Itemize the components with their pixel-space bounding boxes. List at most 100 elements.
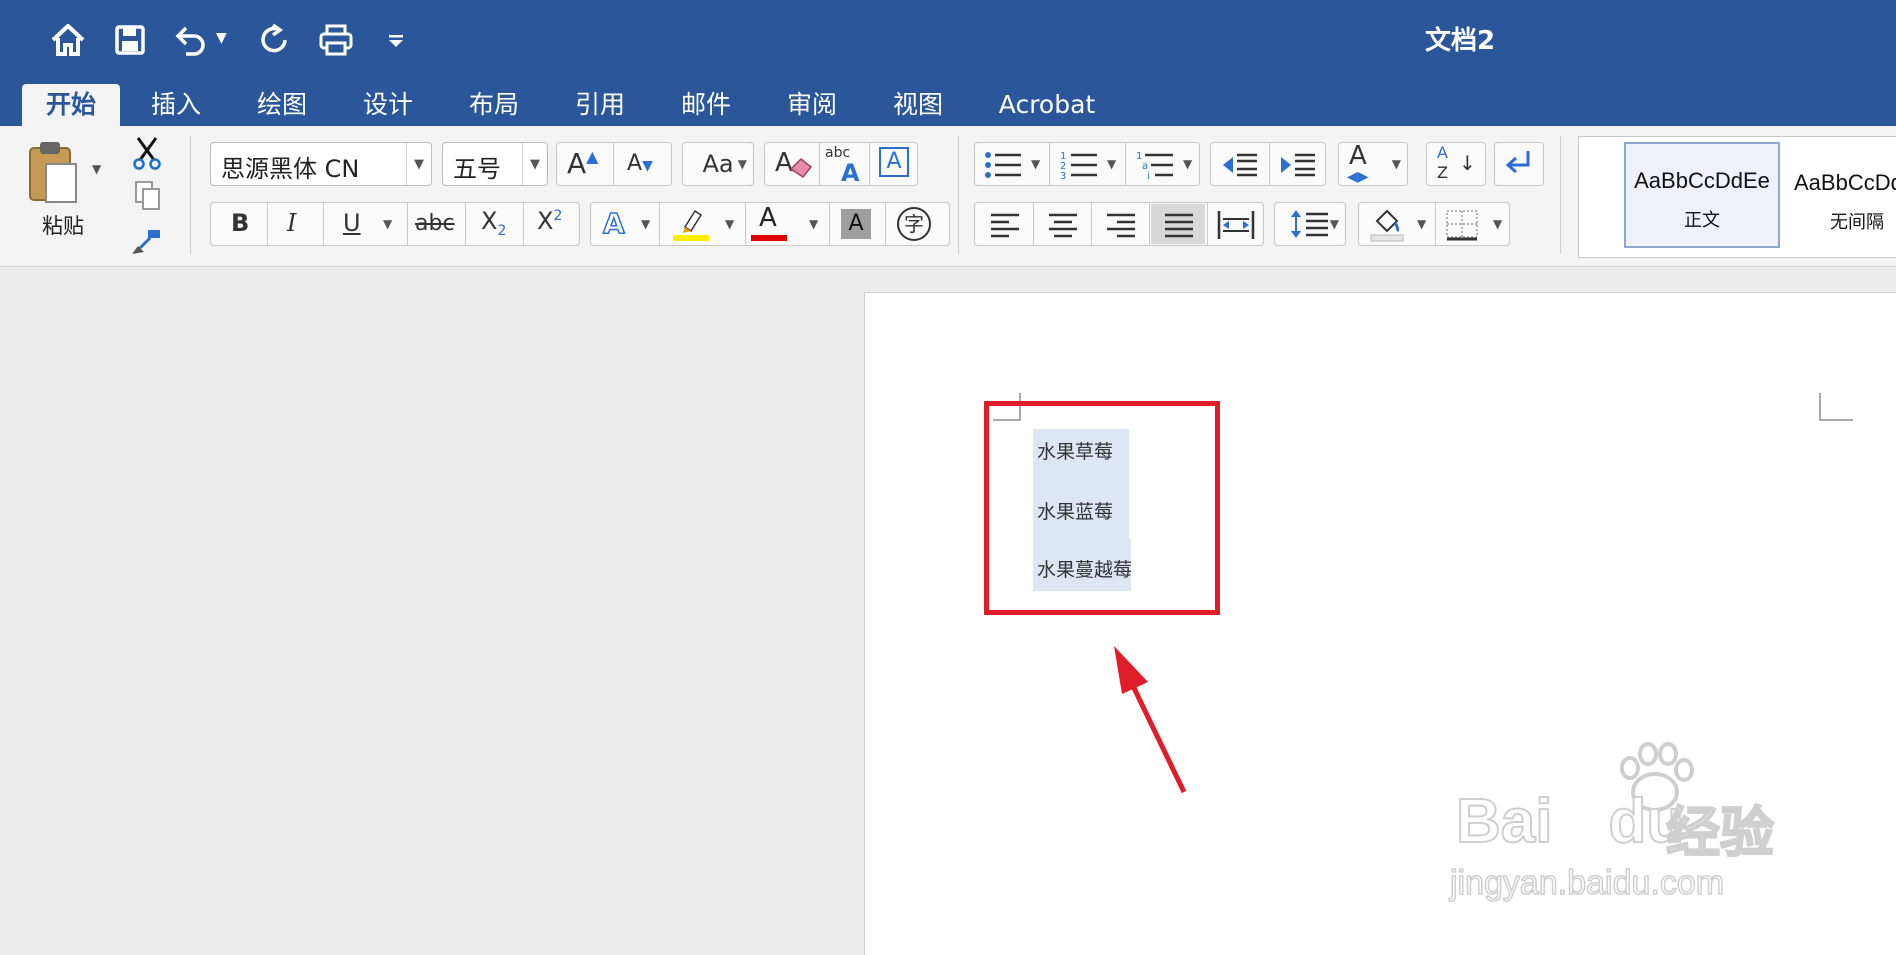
divider — [323, 203, 324, 245]
tab-acrobat[interactable]: Acrobat — [982, 84, 1112, 126]
copy-icon[interactable] — [134, 180, 162, 216]
numbered-list-icon[interactable]: 123 — [1059, 149, 1099, 185]
tab-review[interactable]: 审阅 — [764, 84, 860, 126]
grow-font-button[interactable]: A▲ — [567, 147, 598, 180]
clear-formatting-icon[interactable]: A — [773, 147, 813, 185]
enclose-characters-button[interactable]: 字 — [897, 207, 931, 241]
arrow-down-icon: ▼ — [642, 158, 653, 174]
tab-mailings[interactable]: 邮件 — [658, 84, 754, 126]
chevron-down-icon[interactable]: ▼ — [1330, 217, 1339, 231]
chevron-down-icon[interactable]: ▼ — [1493, 217, 1502, 231]
divider — [465, 203, 466, 245]
subscript-mark: 2 — [497, 222, 507, 239]
divider — [190, 136, 191, 254]
chevron-down-icon[interactable]: ▼ — [1107, 157, 1116, 171]
chevron-down-icon[interactable]: ▼ — [1183, 157, 1192, 171]
chevron-down-icon[interactable]: ▼ — [725, 217, 734, 231]
tab-view[interactable]: 视图 — [870, 84, 966, 126]
strikethrough-button[interactable]: abc — [415, 211, 455, 236]
tab-draw[interactable]: 绘图 — [234, 84, 330, 126]
divider — [1049, 143, 1050, 185]
chevron-down-icon[interactable]: ▼ — [1031, 157, 1040, 171]
show-marks-button[interactable] — [1494, 142, 1544, 186]
text-effects-button[interactable]: A — [602, 206, 625, 241]
paragraph-style-button[interactable]: A ◀▶ ▼ — [1338, 141, 1408, 186]
highlight-box — [984, 401, 1220, 615]
decrease-indent-icon[interactable] — [1221, 149, 1259, 185]
ribbon: ▼ 粘贴 思源黑体 CN ▼ 五号 ▼ A▲ A▼ Aa ▼ A abc A A — [0, 126, 1896, 267]
chevron-down-icon[interactable]: ▼ — [1417, 217, 1426, 231]
bullet-list-icon[interactable] — [983, 149, 1023, 185]
format-painter-icon[interactable] — [130, 226, 164, 260]
chevron-down-icon[interactable]: ▼ — [406, 143, 431, 185]
home-icon[interactable] — [46, 18, 90, 62]
tab-home[interactable]: 开始 — [22, 84, 120, 126]
style-no-spacing[interactable]: AaBbCcDd 无间隔 — [1790, 146, 1896, 246]
underline-button[interactable]: U — [343, 209, 361, 237]
line-spacing-button[interactable]: ▼ — [1274, 202, 1346, 246]
arrow-up-icon: ▲ — [586, 147, 599, 166]
character-shading-button[interactable]: A — [841, 209, 871, 239]
font-color-swatch — [751, 235, 787, 241]
multilevel-list-icon[interactable]: 1ai — [1135, 149, 1175, 185]
shading-icon[interactable] — [1369, 207, 1405, 247]
style-normal[interactable]: AaBbCcDdEe 正文 — [1624, 142, 1780, 248]
distribute-icon[interactable] — [1217, 209, 1255, 245]
divider — [745, 203, 746, 245]
cut-icon[interactable] — [132, 136, 162, 174]
shrink-font-button[interactable]: A▼ — [627, 151, 653, 176]
arrow-down-icon: ↓ — [1459, 151, 1476, 175]
margin-corner-right — [1819, 393, 1853, 421]
character-border-button[interactable]: A — [879, 147, 909, 177]
paragraph-style-letter: A — [1349, 141, 1367, 171]
superscript-button[interactable]: X2 — [537, 207, 562, 235]
align-right-icon[interactable] — [1105, 211, 1137, 243]
undo-dropdown-icon[interactable]: ▼ — [216, 30, 227, 46]
divider — [1560, 136, 1561, 254]
change-case-button[interactable]: Aa ▼ — [682, 142, 754, 186]
customize-icon[interactable] — [374, 18, 418, 62]
save-icon[interactable] — [108, 18, 152, 62]
chevron-down-icon[interactable]: ▼ — [1392, 157, 1401, 171]
font-size-select[interactable]: 五号 ▼ — [442, 142, 548, 186]
borders-icon[interactable] — [1445, 209, 1479, 245]
divider — [1207, 203, 1208, 245]
divider — [523, 203, 524, 245]
align-center-icon[interactable] — [1047, 211, 1079, 243]
tab-layout[interactable]: 布局 — [446, 84, 542, 126]
chevron-down-icon[interactable]: ▼ — [522, 143, 547, 185]
chevron-down-icon[interactable]: ▼ — [738, 157, 747, 171]
subscript-button[interactable]: X2 — [481, 207, 506, 239]
spelling-button[interactable]: A — [841, 159, 860, 187]
sort-button[interactable]: A Z ↓ — [1426, 142, 1486, 186]
indent-group — [1210, 142, 1326, 186]
tab-references[interactable]: 引用 — [552, 84, 648, 126]
subscript-letter: X — [481, 207, 498, 235]
chevron-down-icon[interactable]: ▼ — [809, 217, 818, 231]
font-color-button[interactable]: A — [759, 203, 777, 233]
chevron-down-icon[interactable]: ▼ — [641, 217, 650, 231]
redo-icon[interactable] — [252, 18, 296, 62]
tab-design[interactable]: 设计 — [340, 84, 436, 126]
paste-dropdown-icon[interactable]: ▼ — [92, 162, 101, 176]
divider — [659, 203, 660, 245]
italic-button[interactable]: I — [287, 209, 296, 237]
align-left-icon[interactable] — [989, 211, 1021, 243]
list-group: ▼ 123 ▼ 1ai ▼ — [974, 142, 1200, 186]
chevron-down-icon[interactable]: ▼ — [383, 217, 392, 231]
paste-button[interactable] — [26, 138, 82, 214]
line-spacing-icon — [1291, 210, 1328, 238]
arrows-icon: ◀▶ — [1347, 169, 1369, 185]
style-sample: AaBbCcDd — [1794, 170, 1896, 195]
print-icon[interactable] — [314, 18, 358, 62]
divider — [1033, 203, 1034, 245]
paragraph-mark-icon — [1505, 151, 1530, 174]
tab-insert[interactable]: 插入 — [128, 84, 224, 126]
justify-icon[interactable] — [1163, 211, 1195, 243]
undo-icon[interactable] — [170, 18, 214, 62]
divider — [869, 143, 870, 185]
bold-button[interactable]: B — [231, 209, 249, 237]
font-name-select[interactable]: 思源黑体 CN ▼ — [210, 142, 432, 186]
highlight-icon[interactable] — [671, 207, 711, 245]
increase-indent-icon[interactable] — [1279, 149, 1317, 185]
